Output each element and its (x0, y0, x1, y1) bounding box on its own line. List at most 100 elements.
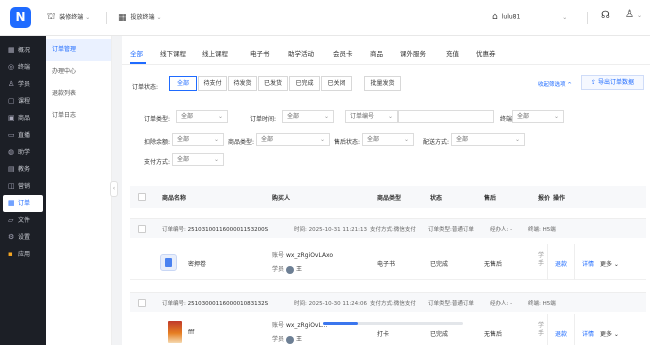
tab-study-activity[interactable]: 助学活动 (288, 48, 314, 58)
live-icon: ▭ (8, 131, 15, 139)
headset-icon[interactable]: ☊ (601, 10, 610, 21)
sidebar-item-orders[interactable]: ▦ 订单 (3, 195, 43, 212)
more-button[interactable]: 更多 ⌄ (600, 329, 619, 338)
ebook-thumbnail (160, 254, 177, 271)
subnav-item-order-management[interactable]: 订单管理 (46, 39, 111, 61)
export-orders-button[interactable]: ⇪ 导出订单数据 (581, 75, 644, 90)
order-type-select[interactable]: 全部 ⌄ (176, 110, 228, 123)
sidebar-item-terminal[interactable]: ◎ 终端 (3, 59, 43, 76)
column-header-product-type: 商品类型 (377, 195, 402, 202)
delivery-method-select[interactable]: 全部 ⌄ (451, 133, 525, 146)
export-icon: ⇪ (591, 79, 598, 86)
user-icon[interactable]: ♙ (625, 9, 634, 20)
collapse-filters-link[interactable]: 收起筛选项 ^ (538, 80, 572, 88)
order-pay-method: 支付方式:微信支付 (370, 225, 416, 233)
order-time-value: 全部 (287, 113, 300, 120)
order-checkbox[interactable] (138, 299, 146, 307)
status-filter-completed[interactable]: 已完成 (289, 76, 320, 91)
status-filter-all[interactable]: 全部 (169, 76, 197, 91)
sidebar-item-academic[interactable]: ▤ 教务 (3, 161, 43, 178)
column-header-price: 报价 (538, 195, 551, 202)
detail-button[interactable]: 详情 (582, 329, 594, 338)
status-filter-closed[interactable]: 已关闭 (321, 76, 352, 91)
select-all-checkbox[interactable] (138, 193, 146, 201)
subnav-item-refund-list[interactable]: 退款列表 (46, 83, 111, 105)
tab-ebook[interactable]: 电子书 (250, 48, 270, 58)
column-header-aftersale: 售后 (484, 195, 497, 202)
order-field-select[interactable]: 订单编号 ⌄ (345, 110, 398, 123)
tab-all[interactable]: 全部 (130, 48, 143, 58)
sidebar-item-marketing[interactable]: ◫ 营销 (3, 178, 43, 195)
course-icon: ▢ (8, 97, 15, 105)
logo[interactable]: N (10, 7, 31, 28)
order-number-label: 订单编号: (162, 227, 186, 233)
product-name[interactable]: 密押卷 (188, 259, 206, 268)
deduct-balance-select[interactable]: 全部 ⌄ (172, 133, 224, 146)
order-time-select[interactable]: 全部 ⌄ (282, 110, 334, 123)
chevron-down-icon: ⌄ (319, 136, 325, 143)
status-filter-pending-payment[interactable]: 待支付 (198, 76, 227, 91)
sidebar-item-courses[interactable]: ▢ 课程 (3, 93, 43, 110)
tab-membership-card[interactable]: 会员卡 (333, 48, 353, 58)
order-checkbox[interactable] (138, 225, 146, 233)
divider (547, 314, 548, 345)
file-icon: ▱ (8, 216, 14, 224)
sidebar-item-label: 终端 (18, 64, 31, 71)
tab-recharge[interactable]: 充值 (446, 48, 459, 58)
table-row[interactable]: 密押卷 账号 wx_zRgiOvLAxo 学员 王 电子书 已完成 无售后 学 手… (130, 244, 646, 280)
chevron-down-icon: ⌄ (562, 13, 568, 21)
order-time-label: 时间: (294, 227, 307, 233)
refund-button[interactable]: 退款 (555, 329, 567, 338)
table-row[interactable]: fff 账号 wx_zRgiOvL... 学员王 打卡 已完成 无售后 学 手 … (130, 314, 646, 345)
more-button[interactable]: 更多 ⌄ (600, 259, 619, 268)
bank-icon: ⌂ (492, 12, 498, 22)
tab-goods[interactable]: 商品 (370, 48, 383, 58)
shop-switch[interactable]: ⌂ lulu81 ⌄ (492, 12, 567, 22)
aftersale-status-value: 全部 (367, 136, 380, 143)
deduct-balance-label: 扣除余额: (144, 139, 171, 146)
student-icon: ♙ (8, 80, 15, 88)
aftersale-status-select[interactable]: 全部 ⌄ (362, 133, 414, 146)
study-icon: ◍ (8, 148, 15, 156)
chevron-down-icon: ⌄ (387, 113, 393, 120)
avatar (286, 265, 295, 274)
sidebar-item-students[interactable]: ♙ 学员 (3, 76, 43, 93)
tab-coupon[interactable]: 优惠券 (476, 48, 496, 58)
sidebar-item-live[interactable]: ▭ 直播 (3, 127, 43, 144)
column-header-buyer: 购买人 (272, 195, 291, 202)
sidebar-item-products[interactable]: ▣ 商品 (3, 110, 43, 127)
terminal-select[interactable]: 全部 ⌄ (512, 110, 564, 123)
tab-online-course[interactable]: 线上课程 (202, 48, 228, 58)
status-filter-shipped[interactable]: 已发货 (258, 76, 288, 91)
order-number-input[interactable] (398, 110, 494, 123)
batch-ship-button[interactable]: 批量发货 (364, 76, 401, 91)
sidebar-item-files[interactable]: ▱ 文件 (3, 212, 43, 229)
column-header-product: 商品名称 (162, 195, 187, 202)
status-filter-pending-shipment[interactable]: 待发货 (228, 76, 257, 91)
terminal-switch[interactable]: ⛫ 装修终端 ⌄ (47, 12, 90, 23)
order-type-label: 订单类型: (144, 116, 171, 123)
sidebar-item-apps[interactable]: ▪ 应用 (3, 246, 43, 263)
subnav-item-processing-center[interactable]: 办理中心 (46, 61, 111, 83)
product-type-select[interactable]: 全部 ⌄ (256, 133, 330, 146)
detail-button[interactable]: 详情 (582, 259, 594, 268)
order-number: 订单编号: 2510310011600001153200S (162, 225, 268, 233)
subnav-item-order-log[interactable]: 订单日志 (46, 105, 111, 127)
collapse-sidebar-button[interactable]: ‹ (110, 181, 118, 197)
admin-switch[interactable]: ▦ 投放终端 ⌄ (118, 12, 161, 23)
sidebar-item-overview[interactable]: ▦ 概况 (3, 42, 43, 59)
tab-extracurricular[interactable]: 课外服务 (400, 48, 426, 58)
order-field-value: 订单编号 (350, 113, 375, 120)
aftersale-status: 无售后 (484, 331, 503, 338)
sidebar-item-settings[interactable]: ⚙ 设置 (3, 229, 43, 246)
order-handler-label: 经办人: (490, 227, 509, 233)
refund-button[interactable]: 退款 (555, 259, 567, 268)
tab-offline-course[interactable]: 线下课程 (160, 48, 186, 58)
chevron-down-icon[interactable]: ⌄ (637, 12, 642, 19)
order-number: 订单编号: 2510300011600001083132S (162, 299, 268, 307)
apps-icon: ▪ (8, 250, 13, 258)
pay-method-select[interactable]: 全部 ⌄ (172, 153, 224, 166)
price-info: 学 手 (538, 252, 545, 267)
product-name[interactable]: fff (188, 329, 194, 336)
sidebar-item-study[interactable]: ◍ 助学 (3, 144, 43, 161)
